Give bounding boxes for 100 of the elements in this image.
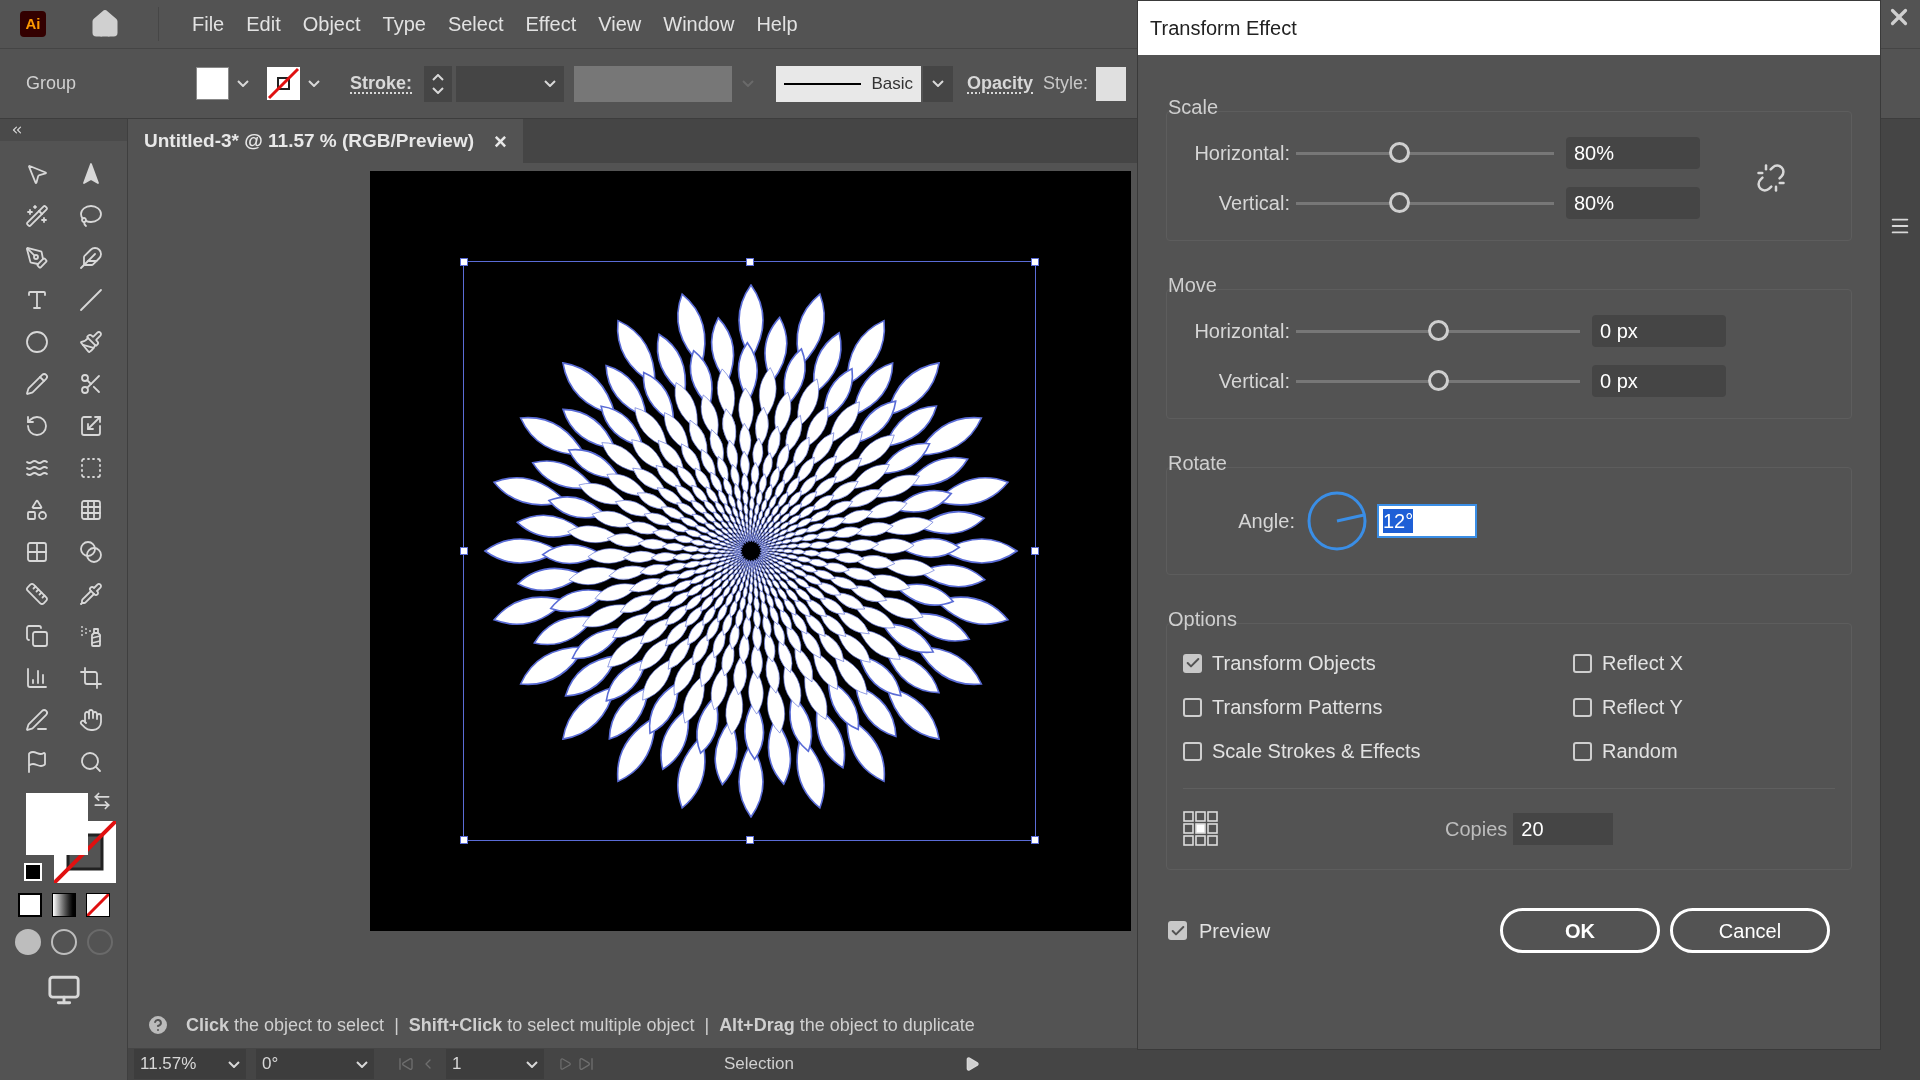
dialog-title: Transform Effect <box>1150 16 1297 41</box>
checkbox-label[interactable]: Scale Strokes & Effects <box>1212 736 1421 766</box>
zoom-dropdown[interactable]: 11.57% <box>134 1049 246 1079</box>
color-mode-button[interactable] <box>17 893 42 917</box>
document-tab[interactable]: Untitled-3* @ 11.57 % (RGB/Preview) × <box>128 119 523 163</box>
value-field[interactable]: 0 px <box>1592 365 1726 397</box>
rotation-dropdown[interactable]: 0° <box>256 1049 374 1079</box>
slider-thumb[interactable] <box>1428 320 1449 341</box>
checkbox-label[interactable]: Random <box>1602 736 1678 766</box>
menu-item[interactable]: Type <box>375 9 433 39</box>
app-logo[interactable]: Ai <box>20 11 46 37</box>
opacity-label[interactable]: Opacity <box>967 70 1034 97</box>
slider-thumb[interactable] <box>1428 370 1449 391</box>
slider-track[interactable] <box>1296 142 1554 164</box>
section-title: Scale <box>1168 97 1220 117</box>
value-field[interactable]: 80% <box>1566 187 1700 219</box>
next-artboard-icon <box>558 1057 572 1071</box>
menu-item[interactable]: Effect <box>518 9 584 39</box>
draw-inside-icon <box>86 929 113 955</box>
fill-swatch[interactable] <box>196 67 229 100</box>
draw-normal-icon[interactable] <box>14 929 41 955</box>
menu-item[interactable]: Window <box>656 9 742 39</box>
ok-button[interactable]: OK <box>1500 908 1660 953</box>
checkbox-label[interactable]: Transform Patterns <box>1212 692 1383 722</box>
dropdown-caret-icon[interactable] <box>308 80 320 87</box>
artboard-dropdown[interactable]: 1 <box>446 1049 544 1079</box>
dropdown-caret-icon[interactable] <box>228 1060 240 1068</box>
reference-point-icon[interactable] <box>1183 811 1219 847</box>
resize-handle[interactable] <box>1031 547 1039 555</box>
brush-caret-button[interactable] <box>923 65 953 102</box>
checkbox[interactable] <box>1183 653 1202 673</box>
selection-type-label: Group <box>26 72 78 95</box>
close-tab-button[interactable]: × <box>494 124 507 158</box>
default-colors-icon[interactable] <box>23 863 42 881</box>
resize-handle[interactable] <box>460 836 468 844</box>
checkbox-label[interactable]: Preview <box>1199 915 1271 946</box>
none-mode-button[interactable] <box>85 893 110 917</box>
first-artboard-icon <box>398 1056 414 1072</box>
value-field[interactable]: 0 px <box>1592 315 1726 347</box>
menu-item[interactable]: Object <box>295 9 368 39</box>
menu-item[interactable]: Select <box>440 9 511 39</box>
slider-thumb[interactable] <box>1389 142 1411 163</box>
checkbox[interactable] <box>1573 697 1592 717</box>
slider-track[interactable] <box>1296 370 1580 392</box>
checkbox[interactable] <box>1183 697 1202 717</box>
copies-field[interactable]: 20 <box>1513 813 1614 845</box>
dropdown-caret-icon[interactable] <box>544 80 556 87</box>
menu-item[interactable]: Edit <box>239 9 288 39</box>
dropdown-caret-icon[interactable] <box>932 80 944 87</box>
gradient-mode-button[interactable] <box>51 893 76 917</box>
checkbox[interactable] <box>1168 921 1187 940</box>
cancel-button[interactable]: Cancel <box>1670 908 1830 953</box>
field-label: Vertical: <box>1217 369 1291 394</box>
dropdown-caret-icon[interactable] <box>356 1060 368 1068</box>
draw-behind-icon[interactable] <box>50 929 77 955</box>
dropdown-caret-icon[interactable] <box>237 80 249 87</box>
menu-item[interactable]: File <box>185 9 232 39</box>
style-swatch[interactable] <box>1096 66 1127 101</box>
checkbox[interactable] <box>1573 653 1592 673</box>
slider-track[interactable] <box>1296 192 1554 214</box>
stepper-up-icon[interactable] <box>432 73 444 81</box>
stroke-label[interactable]: Stroke: <box>350 70 412 97</box>
section-title: Options <box>1168 609 1238 629</box>
resize-handle[interactable] <box>460 258 468 266</box>
current-tool-label: Selection <box>724 1053 794 1076</box>
menu-item[interactable]: Help <box>749 9 805 39</box>
stroke-none-swatch[interactable] <box>267 67 300 100</box>
resize-handle[interactable] <box>745 258 754 266</box>
dropdown-caret-icon[interactable] <box>526 1060 538 1068</box>
value-field[interactable]: 80% <box>1566 137 1700 169</box>
help-icon[interactable] <box>146 1013 170 1037</box>
style-label: Style: <box>1043 72 1089 95</box>
menu-item[interactable]: View <box>591 9 649 39</box>
angle-field[interactable]: 12° <box>1377 504 1477 538</box>
field-label: Angle: <box>1237 509 1295 534</box>
field-label: Horizontal: <box>1193 319 1291 344</box>
brush-dropdown[interactable]: Basic <box>776 65 921 102</box>
checkbox-label[interactable]: Transform Objects <box>1212 648 1376 678</box>
stepper-down-icon[interactable] <box>432 86 444 94</box>
collapse-icon[interactable] <box>10 123 24 137</box>
screen-mode-icon[interactable] <box>46 973 81 1007</box>
resize-handle[interactable] <box>1031 836 1039 844</box>
resize-handle[interactable] <box>745 836 754 844</box>
resize-handle[interactable] <box>460 547 468 555</box>
checkbox-label[interactable]: Reflect Y <box>1602 692 1683 722</box>
copies-label: Copies <box>1445 817 1508 842</box>
checkbox-label[interactable]: Reflect X <box>1602 648 1684 678</box>
slider-track[interactable] <box>1296 320 1580 342</box>
home-icon[interactable] <box>90 9 120 39</box>
field-label: Horizontal: <box>1193 141 1291 166</box>
checkbox[interactable] <box>1573 741 1592 761</box>
field-label: Vertical: <box>1217 191 1291 216</box>
resize-handle[interactable] <box>1031 258 1039 266</box>
slider-thumb[interactable] <box>1389 192 1411 213</box>
section-title: Rotate <box>1168 453 1228 473</box>
last-artboard-icon <box>578 1056 594 1072</box>
section-title: Move <box>1168 275 1218 295</box>
help-tip-text: Click the object to select | Shift+Click to select multiple object | Alt+Drag the object to duplicate <box>186 1013 975 1037</box>
unlink-icon[interactable] <box>1756 163 1786 193</box>
checkbox[interactable] <box>1183 741 1202 761</box>
